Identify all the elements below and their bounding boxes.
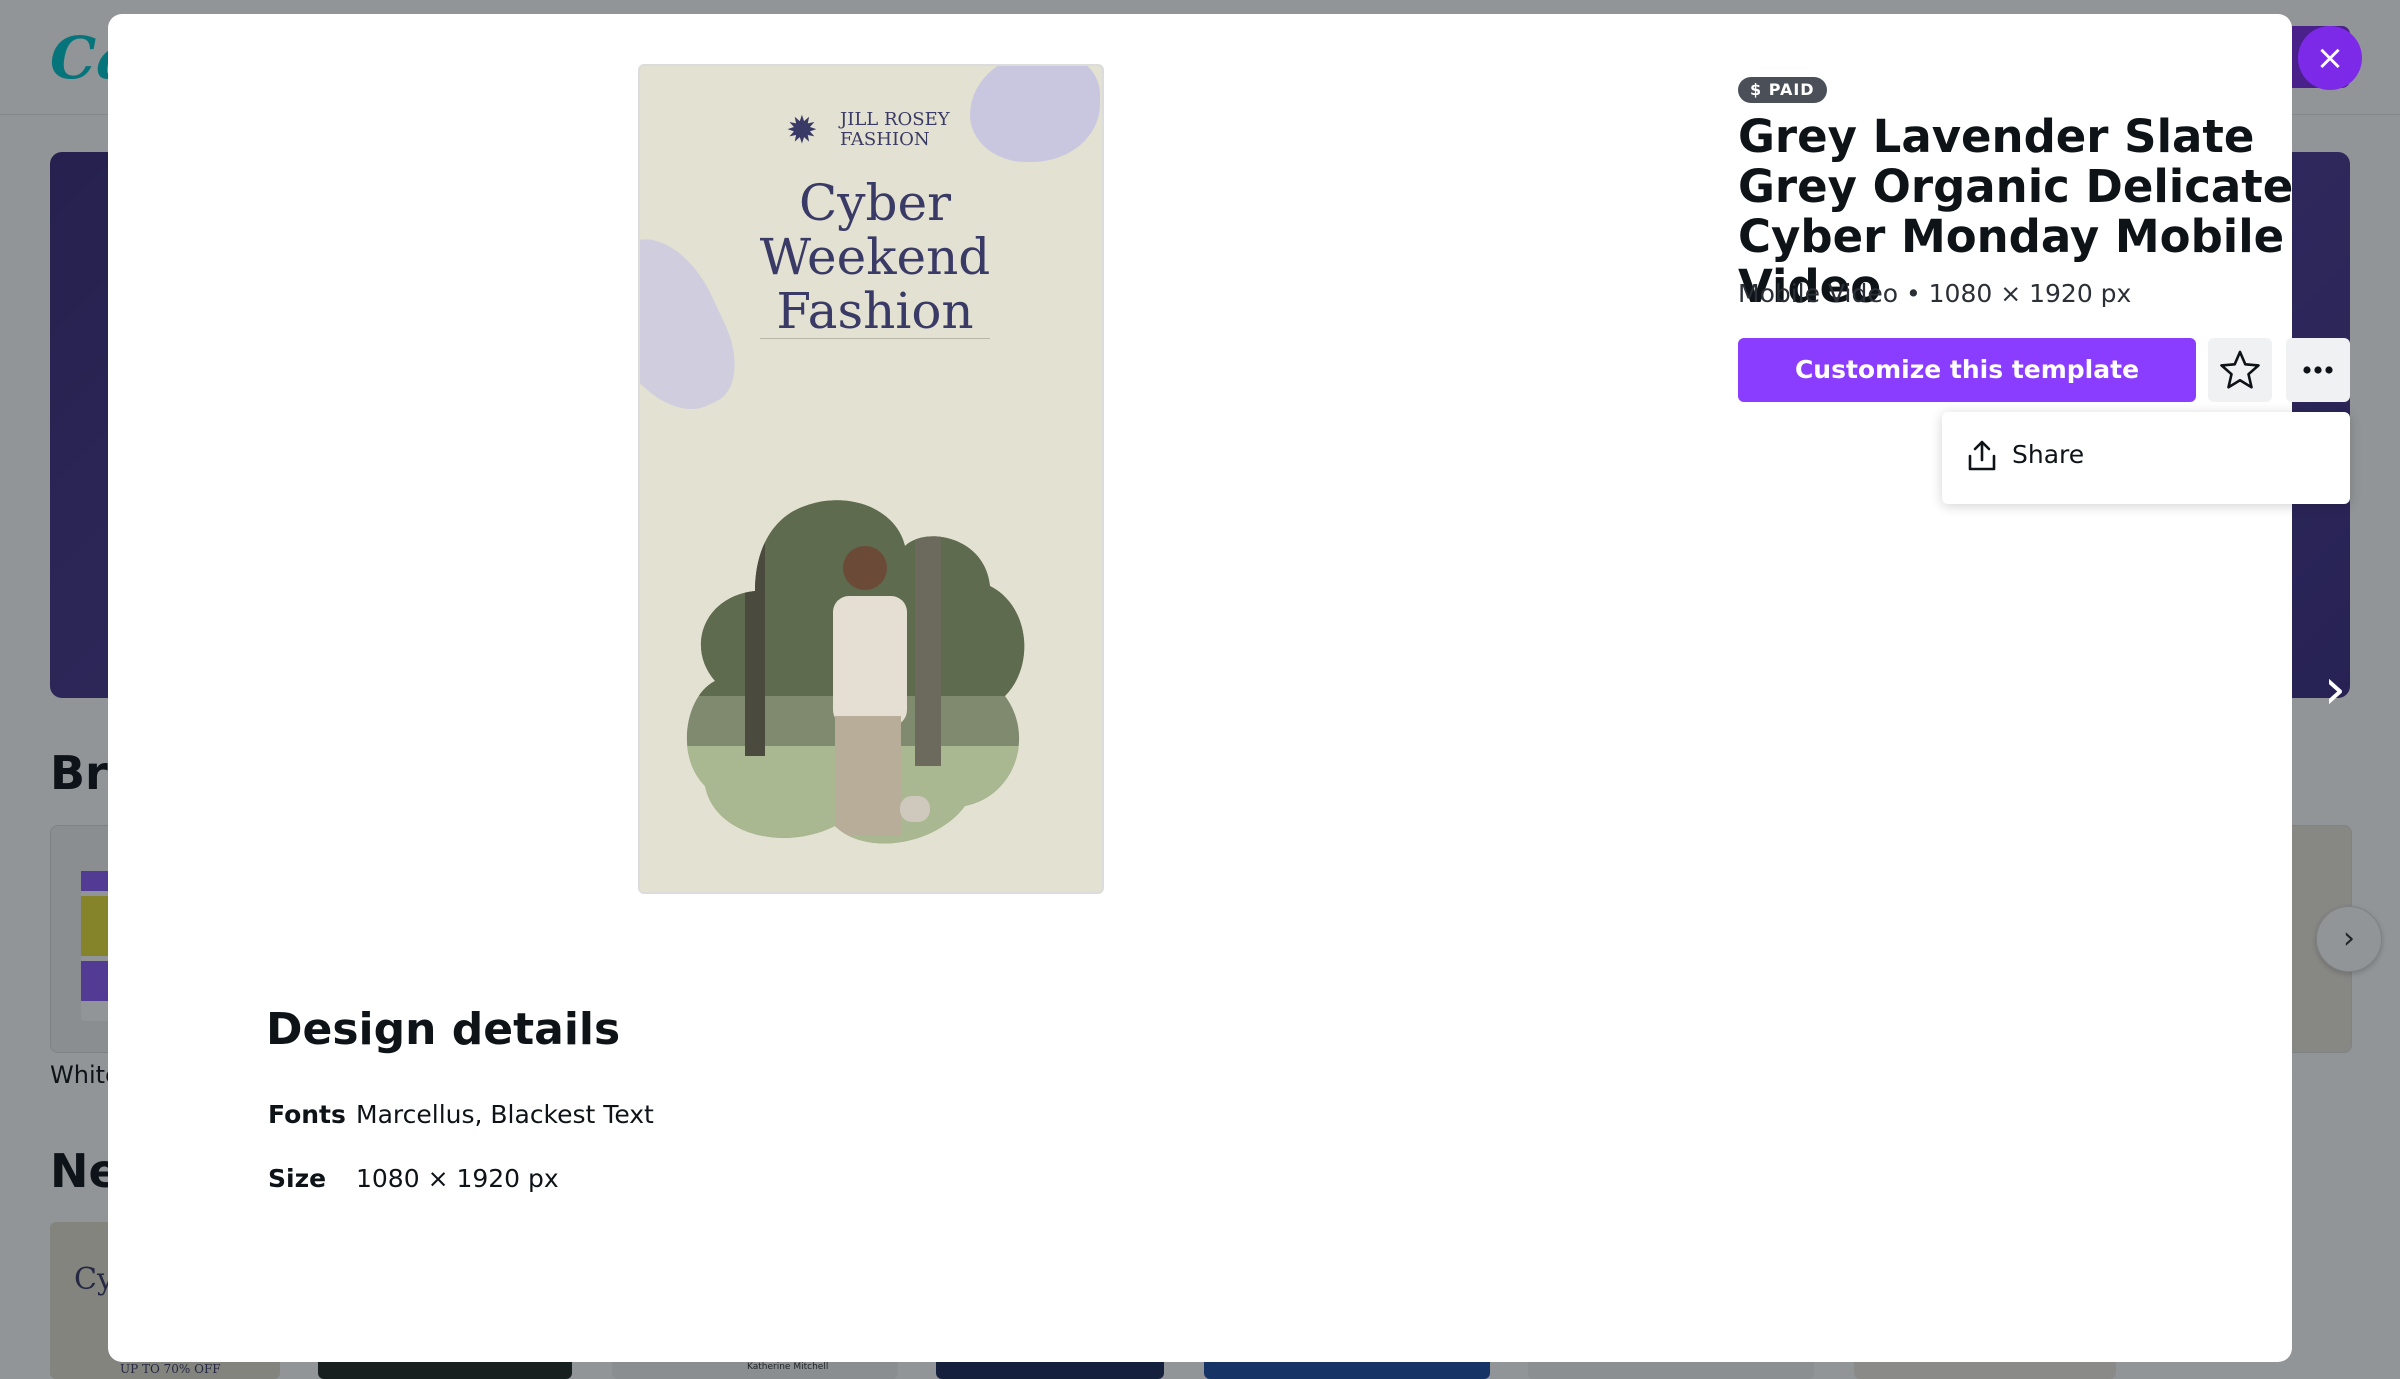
template-meta: Mobile Video • 1080 × 1920 px — [1738, 279, 2132, 308]
preview-brand: JILL ROSEY FASHION — [840, 110, 950, 150]
paid-badge: $ PAID — [1738, 77, 1827, 103]
model-photo — [686, 500, 1025, 844]
template-preview-modal: ✹ JILL ROSEY FASHION Cyber Weekend Fashi… — [108, 14, 2350, 1362]
preview-brand-line: FASHION — [840, 129, 930, 150]
fonts-value: Marcellus, Blackest Text — [356, 1100, 654, 1129]
close-icon: × — [2315, 38, 2345, 78]
preview-title-line: Cyber Weekend — [759, 174, 991, 286]
fonts-label: Fonts — [268, 1100, 346, 1129]
customize-template-button[interactable]: Customize this template — [1738, 338, 2196, 402]
preview-title-line: Fashion — [776, 282, 974, 340]
favorite-button[interactable] — [2208, 338, 2272, 402]
chevron-right-icon: › — [2323, 657, 2347, 722]
more-horizontal-icon — [2303, 366, 2333, 374]
more-options-button[interactable] — [2286, 338, 2350, 402]
decorative-leaf — [970, 66, 1100, 162]
template-preview-image[interactable]: ✹ JILL ROSEY FASHION Cyber Weekend Fashi… — [638, 64, 1104, 894]
preview-title: Cyber Weekend Fashion — [680, 176, 1070, 338]
share-label: Share — [2012, 440, 2085, 469]
preview-brand-line: JILL ROSEY — [840, 109, 950, 130]
design-details-heading: Design details — [266, 1004, 621, 1055]
brand-flower-icon: ✹ — [786, 108, 818, 152]
next-template-button[interactable]: › — [2310, 660, 2360, 720]
size-label: Size — [268, 1164, 327, 1193]
size-value: 1080 × 1920 px — [356, 1164, 559, 1193]
divider — [760, 338, 990, 339]
star-icon — [2220, 350, 2260, 389]
share-icon — [1968, 440, 1996, 471]
more-options-menu: Share — [1942, 412, 2350, 504]
share-menu-item[interactable]: Share — [1942, 412, 2350, 504]
close-button[interactable]: × — [2298, 26, 2362, 90]
